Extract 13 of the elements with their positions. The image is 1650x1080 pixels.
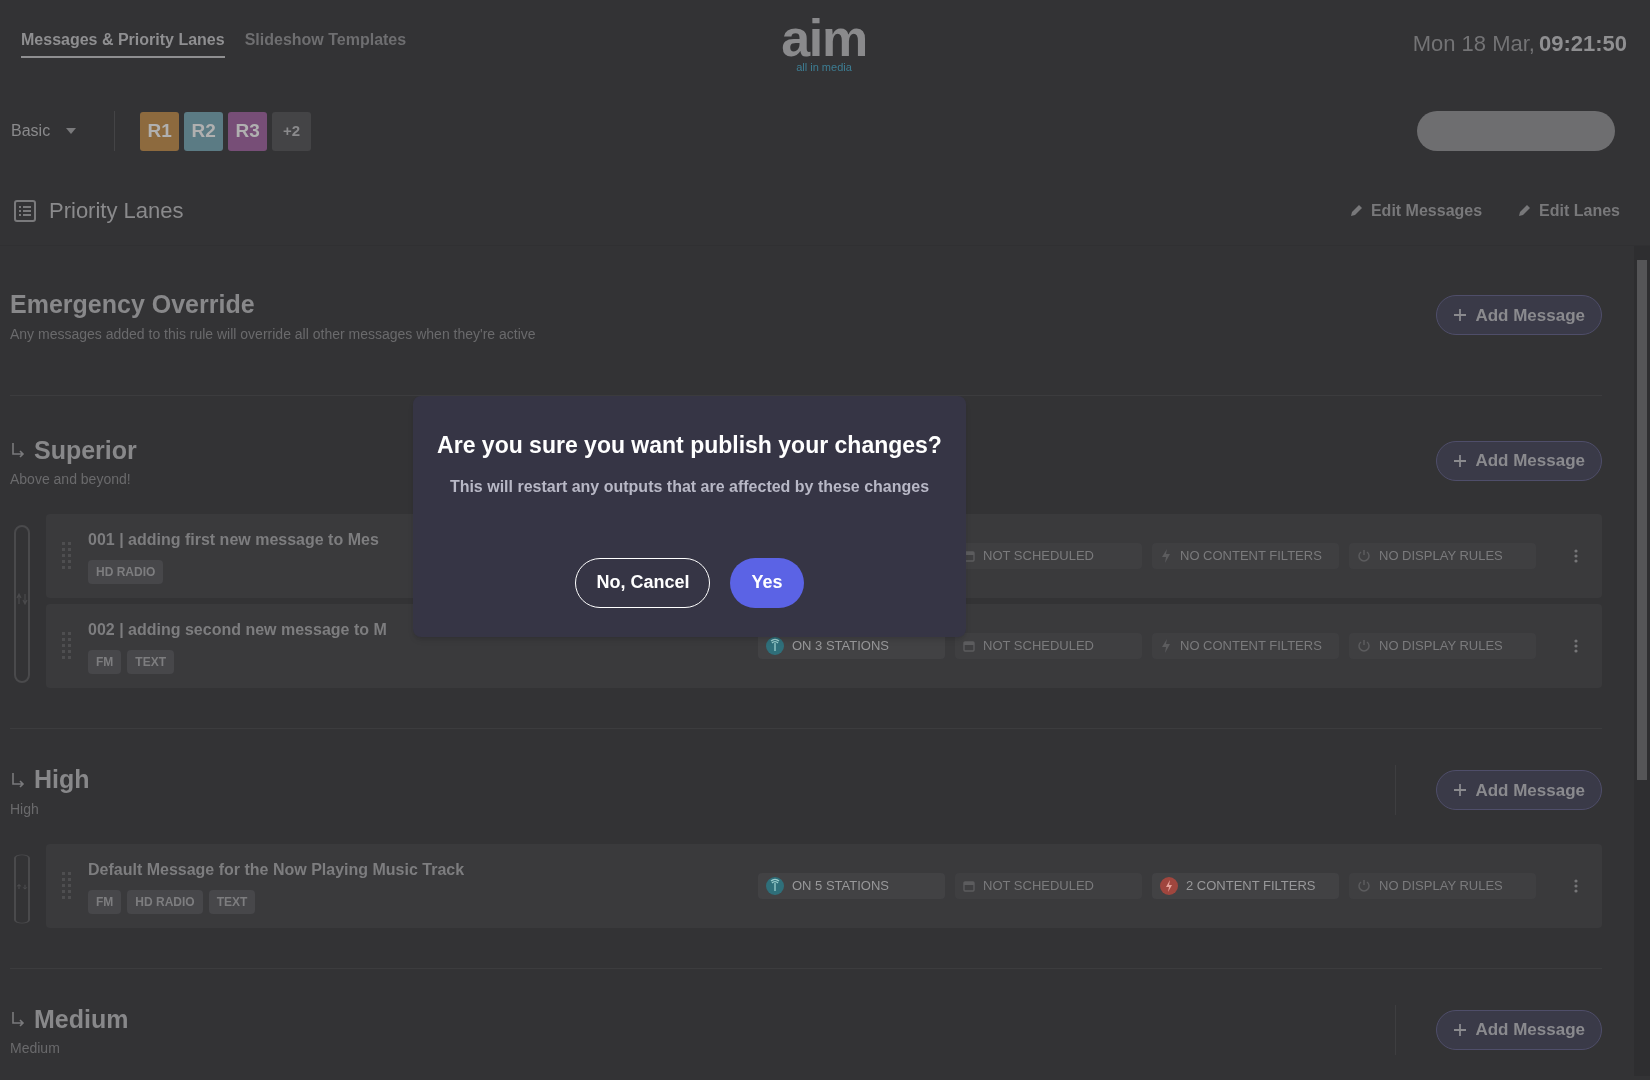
lane-title: High [34, 764, 90, 795]
lane-title: Superior [34, 434, 137, 466]
time-label: 09:21:50 [1538, 29, 1627, 58]
lane-title: Medium [34, 1003, 129, 1035]
message-title: 002 | adding second new message to M [88, 620, 388, 640]
lane-title: Emergency Override [10, 289, 255, 320]
message-title: 001 | adding first new message to Mes [88, 530, 380, 550]
date-label: Mon 18 Mar, [1412, 29, 1535, 58]
section-title: Priority Lanes [49, 197, 184, 225]
dialog-message: This will restart any outputs that are affected by these changes [449, 476, 930, 497]
dialog-title: Are you sure you want publish your changes? [437, 431, 942, 460]
logo: aim all in media [781, 13, 867, 73]
message-title: Default Message for the Now Playing Music Track [88, 859, 466, 880]
